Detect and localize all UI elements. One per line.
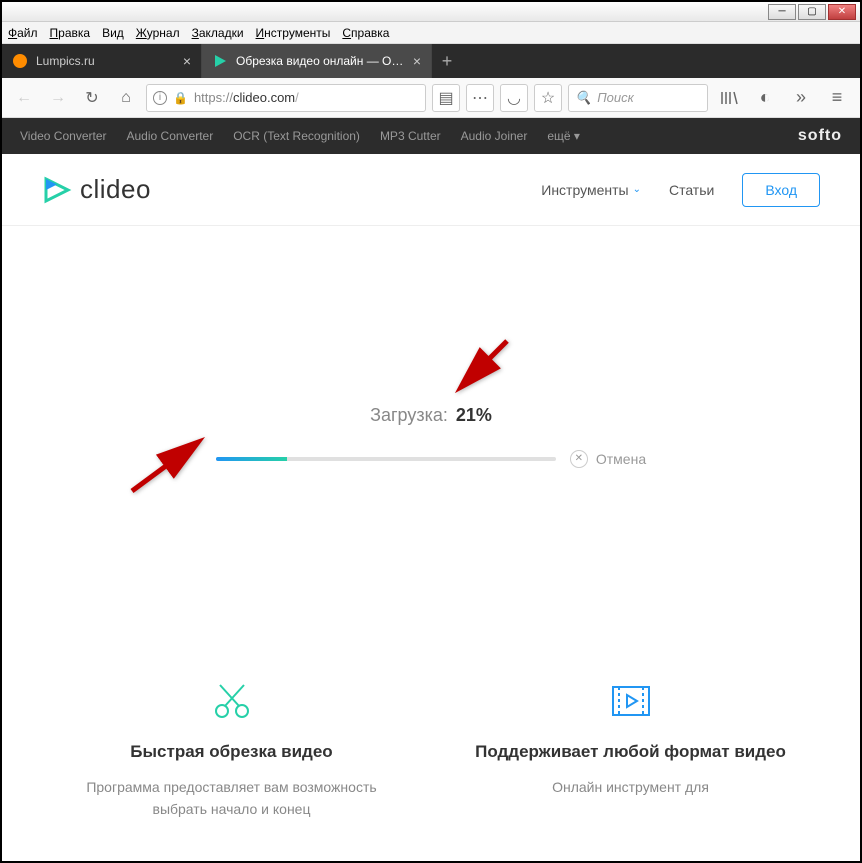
progress-fill xyxy=(216,457,287,461)
hamburger-button[interactable]: ≡ xyxy=(822,83,852,113)
logo-text: clideo xyxy=(80,174,151,205)
search-icon: 🔍 xyxy=(575,90,591,106)
upload-area: Загрузка: 21% ✕ Отмена xyxy=(2,226,860,646)
address-box[interactable]: i 🔒 https://clideo.com/ xyxy=(146,84,426,112)
minimize-button[interactable]: ─ xyxy=(768,4,796,20)
library-button[interactable] xyxy=(714,83,744,113)
search-box[interactable]: 🔍 Поиск xyxy=(568,84,708,112)
feature-desc: Программа предоставляет вам возможность … xyxy=(62,776,401,821)
annotation-arrow xyxy=(447,331,517,406)
page-content: clideo Инструменты ⌄ Статьи Вход Загрузк… xyxy=(2,154,860,861)
protection-button[interactable]: ◡ xyxy=(500,84,528,112)
url-bar: ← → ↻ ⌂ i 🔒 https://clideo.com/ ▤ ⋯ ◡ ☆ … xyxy=(2,78,860,118)
softo-link[interactable]: Audio Converter xyxy=(127,129,214,143)
new-tab-button[interactable]: + xyxy=(432,44,462,78)
site-header: clideo Инструменты ⌄ Статьи Вход xyxy=(2,154,860,226)
tab-bar: Lumpics.ru × Обрезка видео онлайн — Обр … xyxy=(2,44,860,78)
menu-help[interactable]: Справка xyxy=(342,26,389,40)
close-icon: ✕ xyxy=(570,450,588,468)
tab-label: Lumpics.ru xyxy=(36,54,175,68)
home-button[interactable]: ⌂ xyxy=(112,84,140,112)
upload-status: Загрузка: 21% xyxy=(370,405,492,426)
cancel-button[interactable]: ✕ Отмена xyxy=(570,450,646,468)
reader-button[interactable]: ▤ xyxy=(432,84,460,112)
softo-link[interactable]: Audio Joiner xyxy=(461,129,528,143)
menu-view[interactable]: Вид xyxy=(102,26,124,40)
info-icon[interactable]: i xyxy=(153,91,167,105)
upload-label-text: Загрузка: xyxy=(370,405,448,426)
menu-edit[interactable]: Правка xyxy=(50,26,91,40)
menubar: Файл Правка Вид Журнал Закладки Инструме… xyxy=(2,22,860,44)
close-tab-icon[interactable]: × xyxy=(413,53,421,69)
sidebar-button[interactable]: ◐ xyxy=(750,83,780,113)
menu-file[interactable]: Файл xyxy=(8,26,38,40)
chevron-down-icon: ⌄ xyxy=(633,184,641,195)
forward-button[interactable]: → xyxy=(44,84,72,112)
softo-brand: softo xyxy=(798,127,842,145)
scissors-icon xyxy=(62,676,401,726)
bookmark-button[interactable]: ☆ xyxy=(534,84,562,112)
logo[interactable]: clideo xyxy=(42,174,151,205)
search-placeholder: Поиск xyxy=(597,90,634,105)
softo-more[interactable]: ещё ▾ xyxy=(547,129,580,143)
tab-clideo[interactable]: Обрезка видео онлайн — Обр × xyxy=(202,44,432,78)
menu-bookmarks[interactable]: Закладки xyxy=(192,26,244,40)
feature-fast-cut: Быстрая обрезка видео Программа предоста… xyxy=(62,676,401,821)
nav-articles[interactable]: Статьи xyxy=(669,182,714,198)
window-titlebar: ─ ▢ ✕ xyxy=(2,2,860,22)
maximize-button[interactable]: ▢ xyxy=(798,4,826,20)
page-actions-button[interactable]: ⋯ xyxy=(466,84,494,112)
favicon-icon xyxy=(12,53,28,69)
feature-desc: Онлайн инструмент для xyxy=(461,776,800,798)
features-row: Быстрая обрезка видео Программа предоста… xyxy=(2,646,860,821)
feature-title: Поддерживает любой формат видео xyxy=(461,742,800,762)
softo-toolbar: Video Converter Audio Converter OCR (Tex… xyxy=(2,118,860,154)
softo-link[interactable]: Video Converter xyxy=(20,129,107,143)
login-button[interactable]: Вход xyxy=(742,173,820,207)
url-text: https://clideo.com/ xyxy=(194,90,299,105)
lock-icon: 🔒 xyxy=(173,91,188,105)
cancel-label: Отмена xyxy=(596,451,646,467)
feature-title: Быстрая обрезка видео xyxy=(62,742,401,762)
progress-bar xyxy=(216,457,556,461)
close-window-button[interactable]: ✕ xyxy=(828,4,856,20)
menu-tools[interactable]: Инструменты xyxy=(256,26,331,40)
annotation-arrow xyxy=(122,431,212,506)
nav-tools[interactable]: Инструменты ⌄ xyxy=(541,182,641,198)
menu-history[interactable]: Журнал xyxy=(136,26,180,40)
reload-button[interactable]: ↻ xyxy=(78,84,106,112)
close-tab-icon[interactable]: × xyxy=(183,53,191,69)
softo-link[interactable]: MP3 Cutter xyxy=(380,129,441,143)
feature-formats: Поддерживает любой формат видео Онлайн и… xyxy=(461,676,800,821)
overflow-button[interactable]: » xyxy=(786,83,816,113)
favicon-icon xyxy=(212,53,228,69)
tab-label: Обрезка видео онлайн — Обр xyxy=(236,54,405,68)
video-format-icon xyxy=(461,676,800,726)
upload-percent: 21% xyxy=(456,405,492,426)
softo-link[interactable]: OCR (Text Recognition) xyxy=(233,129,360,143)
tab-lumpics[interactable]: Lumpics.ru × xyxy=(2,44,202,78)
logo-icon xyxy=(42,175,72,205)
back-button[interactable]: ← xyxy=(10,84,38,112)
